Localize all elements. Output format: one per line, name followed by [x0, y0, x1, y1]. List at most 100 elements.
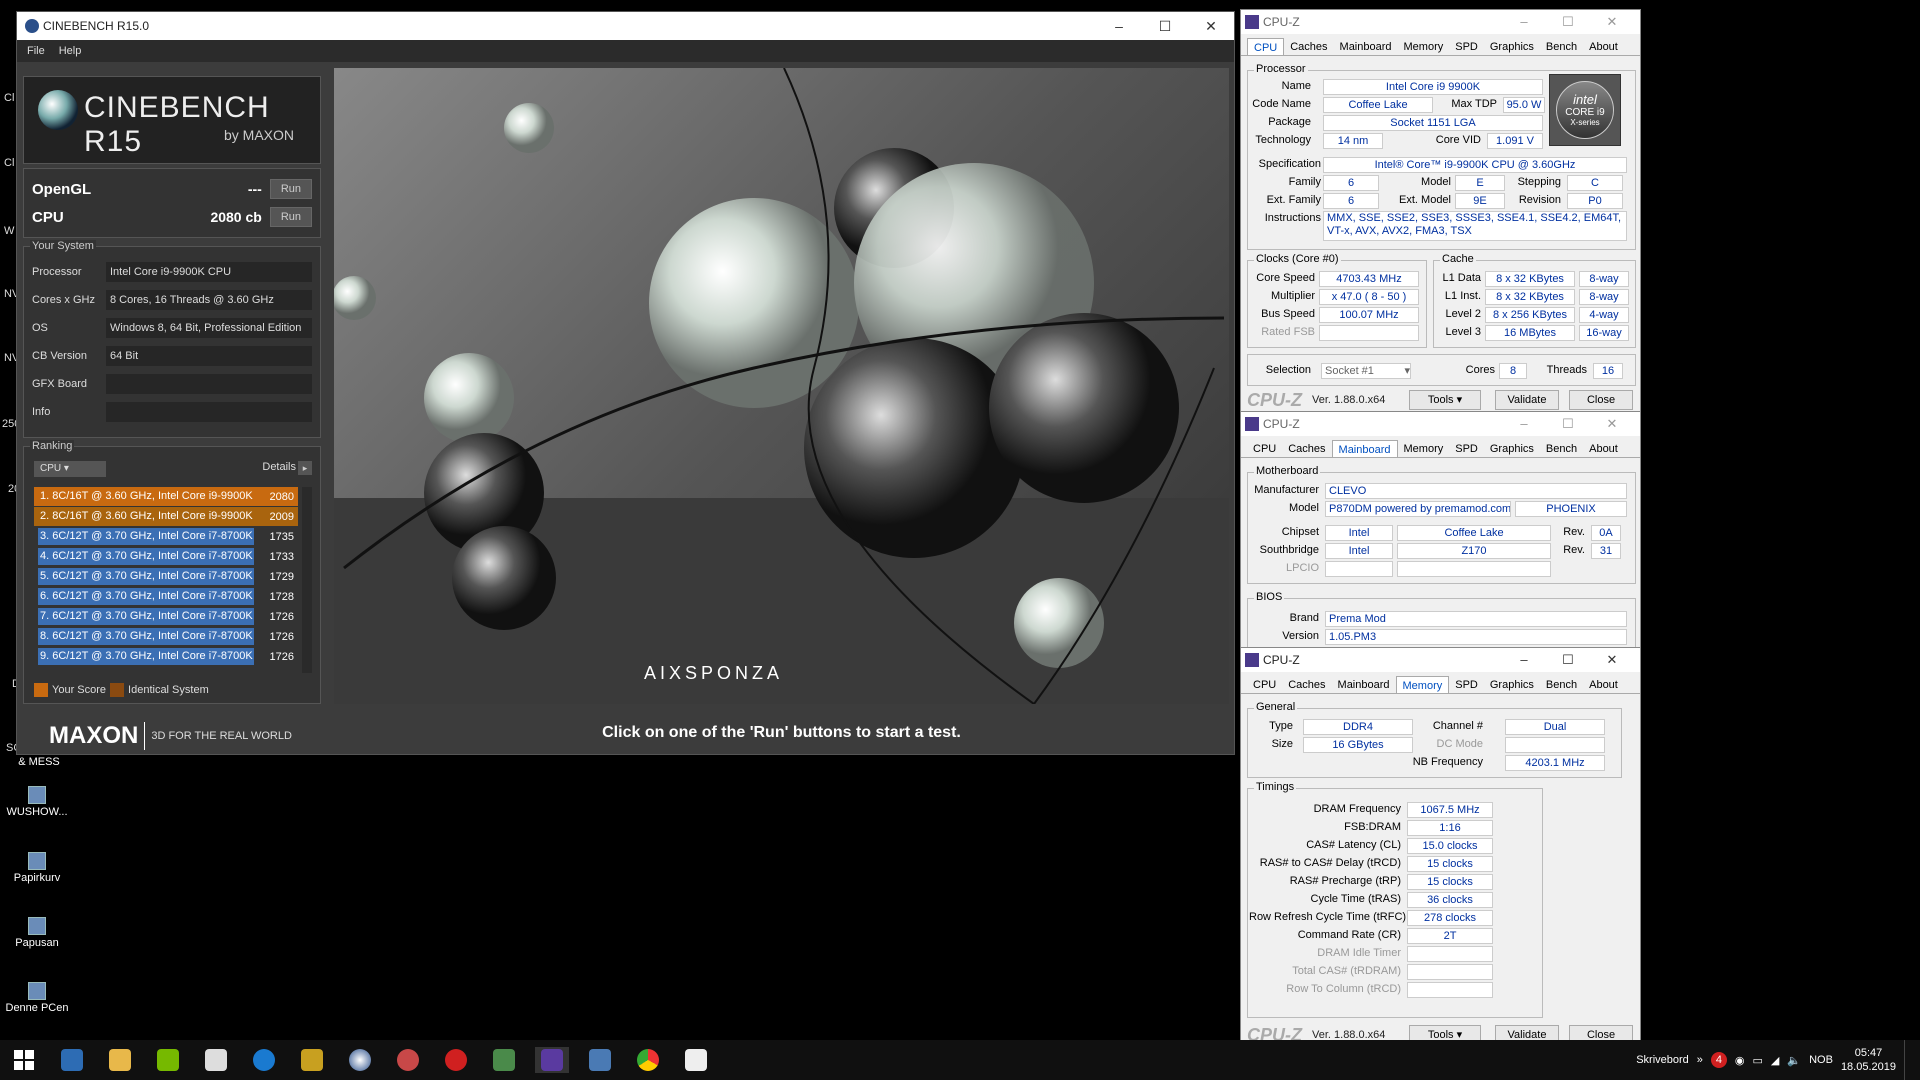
minimize-icon[interactable]: – [1502, 412, 1546, 436]
close-icon[interactable]: ✕ [1590, 412, 1634, 436]
taskbar-app[interactable] [631, 1047, 665, 1073]
clock[interactable]: 05:47 18.05.2019 [1841, 1046, 1896, 1074]
details-label[interactable]: Details [262, 461, 296, 473]
tab-about[interactable]: About [1583, 440, 1624, 457]
taskbar-app[interactable] [295, 1047, 329, 1073]
maximize-icon[interactable]: ☐ [1546, 10, 1590, 34]
field-label: Selection [1265, 364, 1311, 376]
minimize-icon[interactable]: – [1502, 10, 1546, 34]
menu-help[interactable]: Help [59, 45, 82, 57]
ranking-row[interactable]: 6. 6C/12T @ 3.70 GHz, Intel Core i7-8700… [34, 587, 298, 606]
tab-memory[interactable]: Memory [1395, 676, 1450, 693]
tab-bench[interactable]: Bench [1540, 676, 1583, 693]
taskbar-app[interactable] [343, 1047, 377, 1073]
taskbar-app[interactable] [247, 1047, 281, 1073]
start-button[interactable] [7, 1047, 41, 1073]
tab-spd[interactable]: SPD [1449, 38, 1484, 55]
tab-mainboard[interactable]: Mainboard [1332, 676, 1396, 693]
tab-about[interactable]: About [1583, 676, 1624, 693]
taskbar-app[interactable] [391, 1047, 425, 1073]
field-value[interactable]: Intel Core i9-9900K CPU [106, 262, 312, 282]
tools-button[interactable]: Tools ▾ [1409, 390, 1481, 410]
menu-file[interactable]: File [27, 45, 45, 57]
desktop-icon[interactable]: & MESS [4, 756, 74, 768]
tab-mainboard[interactable]: Mainboard [1334, 38, 1398, 55]
taskbar-app-active[interactable] [535, 1047, 569, 1073]
tab-caches[interactable]: Caches [1282, 440, 1331, 457]
taskbar-app[interactable] [583, 1047, 617, 1073]
taskbar-app[interactable] [103, 1047, 137, 1073]
tab-graphics[interactable]: Graphics [1484, 38, 1540, 55]
notification-badge[interactable]: 4 [1710, 1052, 1727, 1068]
tab-cpu[interactable]: CPU [1247, 676, 1282, 693]
minimize-icon[interactable]: – [1096, 12, 1142, 40]
maximize-icon[interactable]: ☐ [1546, 648, 1590, 672]
tab-about[interactable]: About [1583, 38, 1624, 55]
render-viewport: AIXSPONZA [334, 68, 1229, 704]
tab-graphics[interactable]: Graphics [1484, 440, 1540, 457]
battery-icon[interactable]: ▭ [1753, 1054, 1763, 1067]
taskbar-app[interactable] [151, 1047, 185, 1073]
ranking-row[interactable]: 5. 6C/12T @ 3.70 GHz, Intel Core i7-8700… [34, 567, 298, 586]
desktop-toolbar-label[interactable]: Skrivebord [1636, 1054, 1689, 1066]
details-arrow-icon[interactable]: ▸ [298, 461, 312, 475]
socket-select[interactable]: Socket #1 ▾ [1321, 363, 1411, 379]
tray-app-icon[interactable]: ◉ [1735, 1054, 1745, 1067]
ranking-row[interactable]: 7. 6C/12T @ 3.70 GHz, Intel Core i7-8700… [34, 607, 298, 626]
maximize-icon[interactable]: ☐ [1142, 12, 1188, 40]
tab-spd[interactable]: SPD [1449, 440, 1484, 457]
language-indicator[interactable]: NOB [1809, 1054, 1833, 1066]
timing-value: 1:16 [1407, 820, 1493, 836]
taskbar-app[interactable] [679, 1047, 713, 1073]
cpu-run-button[interactable]: Run [269, 207, 312, 227]
tab-memory[interactable]: Memory [1398, 440, 1450, 457]
close-button[interactable]: Close [1569, 390, 1633, 410]
tab-cpu[interactable]: CPU [1247, 38, 1285, 55]
tab-graphics[interactable]: Graphics [1484, 676, 1540, 693]
tab-cpu[interactable]: CPU [1247, 440, 1282, 457]
tab-mainboard[interactable]: Mainboard [1331, 440, 1398, 457]
tab-bench[interactable]: Bench [1540, 440, 1583, 457]
close-icon[interactable]: ✕ [1188, 12, 1234, 40]
taskbar-app[interactable] [55, 1047, 89, 1073]
desktop-icon[interactable]: Denne PCen [2, 982, 72, 1014]
field-value[interactable]: Windows 8, 64 Bit, Professional Edition [106, 318, 312, 338]
desktop-icon[interactable]: Papusan [2, 917, 72, 949]
tab-caches[interactable]: Caches [1282, 676, 1331, 693]
validate-button[interactable]: Validate [1495, 390, 1559, 410]
field-value[interactable]: 64 Bit [106, 346, 312, 366]
maximize-icon[interactable]: ☐ [1546, 412, 1590, 436]
chevron-up-icon[interactable]: » [1697, 1054, 1703, 1066]
ranking-row[interactable]: 2. 8C/16T @ 3.60 GHz, Intel Core i9-9900… [34, 507, 298, 526]
ranking-scrollbar[interactable] [302, 487, 312, 673]
tab-spd[interactable]: SPD [1449, 676, 1484, 693]
volume-icon[interactable]: 🔈 [1787, 1054, 1801, 1067]
minimize-icon[interactable]: – [1502, 648, 1546, 672]
tab-memory[interactable]: Memory [1398, 38, 1450, 55]
field-value[interactable]: 8 Cores, 16 Threads @ 3.60 GHz [106, 290, 312, 310]
taskbar-app[interactable] [199, 1047, 233, 1073]
ranking-row[interactable]: 9. 6C/12T @ 3.70 GHz, Intel Core i7-8700… [34, 647, 298, 666]
l1-inst-value: 8 x 32 KBytes [1485, 289, 1575, 305]
close-icon[interactable]: ✕ [1590, 10, 1634, 34]
ranking-row[interactable]: 8. 6C/12T @ 3.70 GHz, Intel Core i7-8700… [34, 627, 298, 646]
taskbar-app[interactable] [439, 1047, 473, 1073]
network-icon[interactable]: ◢ [1771, 1054, 1779, 1067]
field-value[interactable] [106, 402, 312, 422]
opengl-run-button[interactable]: Run [269, 179, 312, 199]
ranking-select[interactable]: CPU ▾ [34, 461, 106, 477]
field-value[interactable] [106, 374, 312, 394]
tab-caches[interactable]: Caches [1284, 38, 1333, 55]
show-desktop-button[interactable] [1904, 1040, 1910, 1080]
cpuz-app-icon [1245, 653, 1259, 667]
desktop-icon[interactable]: Papirkurv [2, 852, 72, 884]
ranking-row[interactable]: 3. 6C/12T @ 3.70 GHz, Intel Core i7-8700… [34, 527, 298, 546]
taskbar-app[interactable] [487, 1047, 521, 1073]
render-watermark: AIXSPONZA [644, 663, 784, 683]
ranking-row[interactable]: 1. 8C/16T @ 3.60 GHz, Intel Core i9-9900… [34, 487, 298, 506]
your-system-panel: Your System Processor Intel Core i9-9900K… [23, 240, 321, 438]
tab-bench[interactable]: Bench [1540, 38, 1583, 55]
ranking-row[interactable]: 4. 6C/12T @ 3.70 GHz, Intel Core i7-8700… [34, 547, 298, 566]
close-icon[interactable]: ✕ [1590, 648, 1634, 672]
desktop-icon[interactable]: WUSHOW... [2, 786, 72, 818]
